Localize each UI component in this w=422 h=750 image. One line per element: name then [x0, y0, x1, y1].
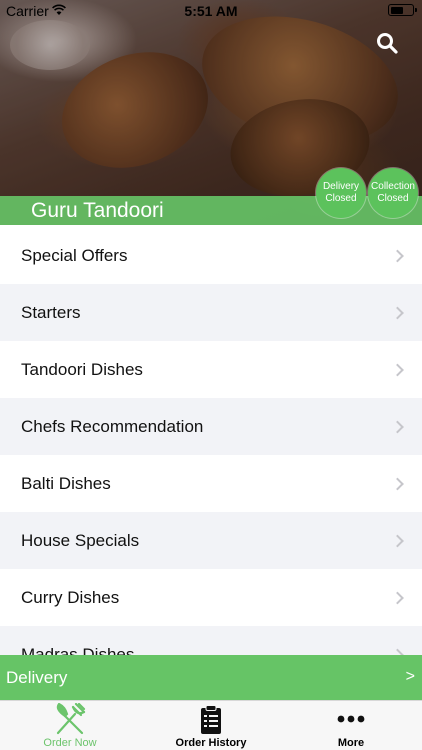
menu-item-chefs-recommendation[interactable]: Chefs Recommendation	[0, 398, 422, 455]
chevron-right-icon	[391, 477, 404, 490]
menu-category-list[interactable]: Special Offers Starters Tandoori Dishes …	[0, 227, 422, 655]
collection-status-badge: Collection Closed	[368, 168, 418, 218]
menu-item-label: Balti Dishes	[21, 473, 111, 493]
tab-label: Order History	[175, 737, 247, 749]
menu-item-label: Tandoori Dishes	[21, 359, 143, 379]
tab-order-now[interactable]: Order Now	[0, 701, 140, 750]
chevron-right-icon	[391, 591, 404, 604]
fork-knife-icon	[56, 703, 86, 735]
menu-item-label: Madras Dishes	[21, 644, 135, 656]
delivery-status-value: Closed	[325, 193, 357, 204]
status-bar: Carrier 5:51 AM	[0, 0, 422, 22]
delivery-status-title: Delivery	[322, 181, 360, 192]
restaurant-name: Guru Tandoori	[31, 199, 164, 222]
collection-status-title: Collection	[371, 181, 415, 192]
clipboard-icon	[201, 705, 221, 734]
tab-more[interactable]: More	[281, 701, 421, 750]
chevron-right-icon	[391, 249, 404, 262]
tab-label: Order Now	[43, 737, 97, 749]
chevron-right-icon	[391, 306, 404, 319]
collection-status-value: Closed	[377, 193, 409, 204]
more-dots-icon	[337, 715, 365, 723]
menu-item-curry-dishes[interactable]: Curry Dishes	[0, 569, 422, 626]
chevron-right-icon	[391, 363, 404, 376]
battery-icon	[388, 4, 417, 16]
chevron-right-icon	[391, 648, 404, 655]
delivery-status-badge: Delivery Closed	[316, 168, 366, 218]
menu-item-special-offers[interactable]: Special Offers	[0, 227, 422, 284]
menu-item-label: House Specials	[21, 530, 140, 550]
menu-item-madras-dishes[interactable]: Madras Dishes	[0, 626, 422, 655]
menu-item-label: Special Offers	[21, 245, 128, 265]
menu-item-starters[interactable]: Starters	[0, 284, 422, 341]
menu-item-label: Curry Dishes	[21, 587, 120, 607]
menu-item-balti-dishes[interactable]: Balti Dishes	[0, 455, 422, 512]
tab-bar: Order Now Order History More	[0, 700, 422, 750]
chevron-right-icon	[391, 420, 404, 433]
menu-item-label: Starters	[21, 302, 81, 322]
tab-label: More	[337, 737, 365, 749]
chevron-right-icon	[391, 534, 404, 547]
delivery-mode-label: Delivery	[6, 668, 68, 687]
delivery-mode-bar[interactable]: Delivery >	[0, 655, 422, 700]
chevron-right-icon: >	[405, 668, 415, 685]
search-icon[interactable]	[376, 32, 398, 54]
menu-item-label: Chefs Recommendation	[21, 416, 204, 436]
menu-item-house-specials[interactable]: House Specials	[0, 512, 422, 569]
tab-order-history[interactable]: Order History	[141, 701, 281, 750]
clock: 5:51 AM	[184, 3, 238, 19]
menu-item-tandoori-dishes[interactable]: Tandoori Dishes	[0, 341, 422, 398]
